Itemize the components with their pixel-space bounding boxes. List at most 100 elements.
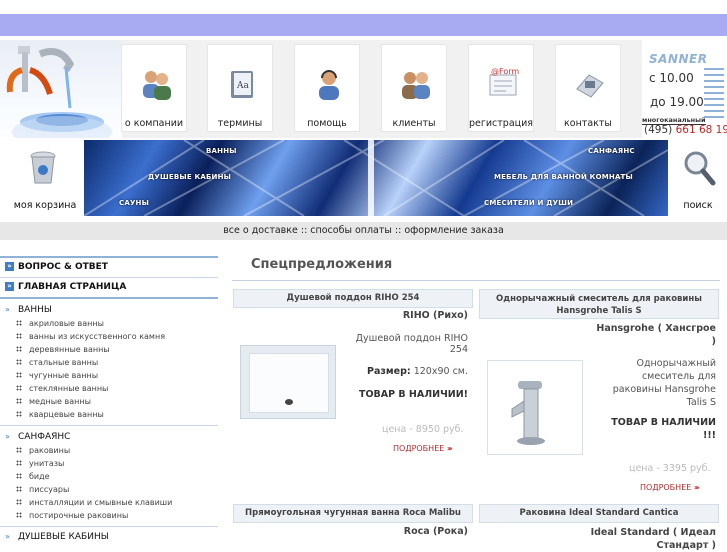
sidebar-subitem[interactable]: акриловые ванны bbox=[16, 319, 104, 328]
sidebar-item-home[interactable]: » ГЛАВНАЯ СТРАНИЦА bbox=[5, 282, 126, 292]
sidebar-subitem-label: чугунные ванны bbox=[29, 371, 99, 380]
brand-block: SANNER с 10.00 до 19.00 многоканальный (… bbox=[642, 40, 727, 138]
sidebar-subitem-label: стальные ванны bbox=[29, 358, 99, 367]
product-brand: Roca (Рока) bbox=[403, 526, 468, 537]
more-button[interactable]: ПОДРОБНЕЕ ››› bbox=[640, 483, 700, 492]
more-button[interactable]: ПОДРОБНЕЕ ››› bbox=[393, 444, 453, 453]
nav-registration-label: регистрация bbox=[469, 118, 534, 129]
sidebar-subitem[interactable]: медные ванны bbox=[16, 397, 91, 406]
sidebar-subitem-label: ванны из искусственного камня bbox=[29, 332, 165, 341]
category-banner: ВАННЫ ДУШЕВЫЕ КАБИНЫ САУНЫ САНФАЯНС МЕБЕ… bbox=[84, 140, 668, 216]
nav-registration[interactable]: @Form регистрация bbox=[468, 44, 534, 132]
sidebar-subitem-label: унитазы bbox=[29, 459, 65, 468]
sidebar-item-showers[interactable]: » ДУШЕВЫЕ КАБИНЫ bbox=[5, 532, 109, 542]
nav-contacts[interactable]: контакты bbox=[555, 44, 621, 132]
search-icon[interactable] bbox=[682, 150, 716, 190]
nav-help[interactable]: помощь bbox=[294, 44, 360, 132]
banner-link-baths[interactable]: ВАННЫ bbox=[206, 147, 237, 155]
sidebar-item-faq[interactable]: » ВОПРОС & ОТВЕТ bbox=[5, 262, 108, 272]
product-title-link[interactable]: Однорычажный смеситель для раковины Hans… bbox=[479, 289, 719, 319]
hours-from: с 10.00 bbox=[649, 71, 694, 85]
product-price: цена - 3395 руб. bbox=[629, 463, 711, 474]
top-bar bbox=[0, 14, 727, 36]
sidebar-subitem-label: деревянные ванны bbox=[29, 345, 110, 354]
product-image[interactable] bbox=[240, 345, 336, 419]
sidebar-home-label: ГЛАВНАЯ СТРАНИЦА bbox=[18, 282, 127, 292]
product-image[interactable] bbox=[487, 360, 583, 455]
phone-icon bbox=[576, 74, 604, 98]
product-brand: RIHO (Рихо) bbox=[402, 310, 468, 321]
sidebar-divider bbox=[0, 277, 218, 278]
hours-to: до 19.00 bbox=[650, 95, 704, 109]
top-strip bbox=[0, 0, 727, 14]
nav-terms[interactable]: Aa термины bbox=[207, 44, 273, 132]
phone[interactable]: (495) 661 68 19 bbox=[644, 124, 727, 136]
arrow-icon: ››› bbox=[446, 444, 453, 453]
sidebar-subitem-label: писсуары bbox=[29, 485, 70, 494]
product-title-link[interactable]: Душевой поддон RIHO 254 bbox=[233, 289, 473, 308]
sidebar-subitem[interactable]: чугунные ванны bbox=[16, 371, 98, 380]
cart-icon[interactable] bbox=[28, 150, 58, 190]
sidebar-divider bbox=[0, 425, 218, 426]
nav-terms-label: термины bbox=[217, 118, 263, 129]
sidebar-subitem[interactable]: постирочные раковины bbox=[16, 511, 128, 520]
page-title: Спецпредложения bbox=[251, 257, 393, 272]
sidebar-subitem-label: медные ванны bbox=[29, 397, 91, 406]
sidebar-subitem[interactable]: стеклянные ванны bbox=[16, 384, 108, 393]
sidebar-subitem[interactable]: стальные ванны bbox=[16, 358, 98, 367]
sidebar-subitem[interactable]: раковины bbox=[16, 446, 70, 455]
sidebar-subitem-label: биде bbox=[29, 472, 50, 481]
brand-name: SANNER bbox=[649, 52, 708, 66]
product-brand: Hansgrohe ( Хансгрое ) bbox=[596, 323, 716, 347]
stripes-icon bbox=[704, 68, 724, 118]
sidebar-subitem[interactable]: кварцевые ванны bbox=[16, 410, 104, 419]
nav-about[interactable]: о компании bbox=[121, 44, 187, 132]
product-size: Размер: 120x90 см. bbox=[340, 366, 468, 377]
search-label[interactable]: поиск bbox=[670, 200, 726, 211]
size-label: Размер: bbox=[366, 366, 411, 377]
clients-icon bbox=[402, 72, 430, 99]
sidebar-subitem[interactable]: унитазы bbox=[16, 459, 64, 468]
nav-contacts-label: контакты bbox=[564, 118, 612, 129]
book-icon: Aa bbox=[231, 71, 253, 98]
product-desc: Однорычажный смеситель для раковины Hans… bbox=[612, 358, 716, 408]
sidebar-subitem-label: инсталляции и смывные клавиши bbox=[29, 498, 173, 507]
arrow-icon: ››› bbox=[693, 483, 700, 492]
cart-label[interactable]: моя корзина bbox=[6, 200, 84, 211]
sidebar-subitem[interactable]: писсуары bbox=[16, 485, 69, 494]
sidebar-divider bbox=[0, 256, 218, 258]
sidebar-divider bbox=[0, 526, 218, 527]
sidebar-subitem-label: акриловые ванны bbox=[29, 319, 104, 328]
delivery-links[interactable]: все о доставке :: способы оплаты :: офор… bbox=[0, 222, 727, 240]
more-label: ПОДРОБНЕЕ bbox=[640, 483, 692, 492]
more-label: ПОДРОБНЕЕ bbox=[393, 444, 445, 453]
banner-link-mixers[interactable]: СМЕСИТЕЛИ И ДУШИ bbox=[484, 199, 573, 207]
svg-text:Aa: Aa bbox=[236, 81, 249, 91]
title-divider bbox=[232, 280, 720, 281]
banner-link-saunas[interactable]: САУНЫ bbox=[119, 199, 149, 207]
product-stock: ТОВАР В НАЛИЧИИ! bbox=[358, 389, 468, 400]
sidebar-baths-label: ВАННЫ bbox=[18, 305, 52, 315]
banner-link-sanfayans[interactable]: САНФАЯНС bbox=[588, 147, 635, 155]
nav-help-label: помощь bbox=[307, 118, 347, 129]
phone-number: 661 68 19 bbox=[675, 124, 727, 136]
sidebar-subitem[interactable]: биде bbox=[16, 472, 50, 481]
banner-link-furniture[interactable]: МЕБЕЛЬ ДЛЯ ВАННОЙ КОМНАТЫ bbox=[494, 173, 633, 181]
sidebar-item-baths[interactable]: » ВАННЫ bbox=[5, 305, 52, 315]
sidebar-item-sanfayans[interactable]: » САНФАЯНС bbox=[5, 432, 70, 442]
phone-code: (495) bbox=[644, 124, 673, 136]
product-desc: Душевой поддон RIHO 254 bbox=[355, 333, 468, 355]
svg-text:@Form: @Form bbox=[491, 67, 519, 76]
nav-clients[interactable]: клиенты bbox=[381, 44, 447, 132]
size-value: 120x90 см. bbox=[413, 366, 468, 377]
product-title-link[interactable]: Раковина Ideal Standard Cantica bbox=[479, 504, 719, 523]
sidebar-subitem-label: стеклянные ванны bbox=[29, 384, 109, 393]
sidebar: » ВОПРОС & ОТВЕТ » ГЛАВНАЯ СТРАНИЦА » ВАННЫ… bbox=[0, 250, 218, 545]
sidebar-subitem[interactable]: ванны из искусственного камня bbox=[16, 332, 165, 341]
banner-link-showers[interactable]: ДУШЕВЫЕ КАБИНЫ bbox=[148, 173, 231, 181]
sidebar-subitem[interactable]: инсталляции и смывные клавиши bbox=[16, 498, 172, 507]
sidebar-subitem-label: раковины bbox=[29, 446, 71, 455]
sidebar-sanfayans-label: САНФАЯНС bbox=[18, 432, 71, 442]
product-title-link[interactable]: Прямоугольная чугунная ванна Roca Malibu bbox=[233, 504, 473, 523]
sidebar-subitem[interactable]: деревянные ванны bbox=[16, 345, 110, 354]
